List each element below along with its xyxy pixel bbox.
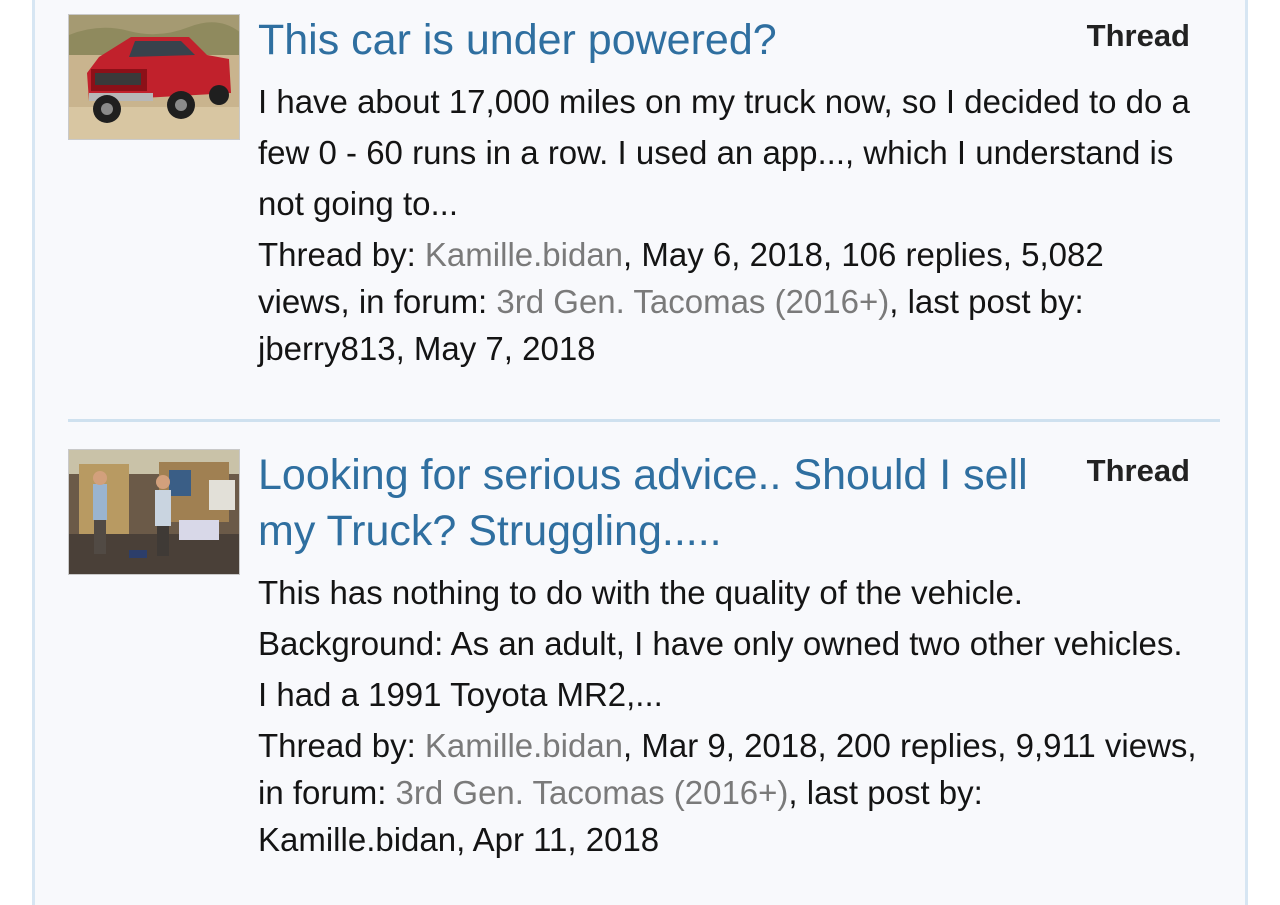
meta-prefix: Thread by: [258, 236, 425, 273]
result-meta: Thread by: Kamille.bidan, May 6, 2018, 1… [258, 231, 1198, 372]
forum-link[interactable]: 3rd Gen. Tacomas (2016+) [496, 283, 889, 320]
meta-prefix: Thread by: [258, 727, 425, 764]
result-title-link[interactable]: This car is under powered? [258, 12, 1078, 68]
result-thumbnail-movie-scene[interactable] [68, 449, 240, 575]
result-meta: Thread by: Kamille.bidan, Mar 9, 2018, 2… [258, 722, 1198, 863]
result-snippet: I have about 17,000 miles on my truck no… [258, 83, 1190, 222]
red-truck-image [69, 15, 239, 139]
result-snippet: This has nothing to do with the quality … [258, 574, 1183, 713]
movie-scene-image [69, 450, 239, 574]
author-link[interactable]: Kamille.bidan [425, 727, 623, 764]
result-thumbnail-red-truck[interactable] [68, 14, 240, 140]
content-type-badge: Thread [1086, 453, 1190, 488]
result-title-link[interactable]: Looking for serious advice.. Should I se… [258, 447, 1078, 559]
content-type-badge: Thread [1086, 18, 1190, 53]
results-divider [68, 419, 1220, 422]
author-link[interactable]: Kamille.bidan [425, 236, 623, 273]
results-panel: This car is under powered? Thread I have… [32, 0, 1248, 905]
forum-link[interactable]: 3rd Gen. Tacomas (2016+) [396, 774, 789, 811]
